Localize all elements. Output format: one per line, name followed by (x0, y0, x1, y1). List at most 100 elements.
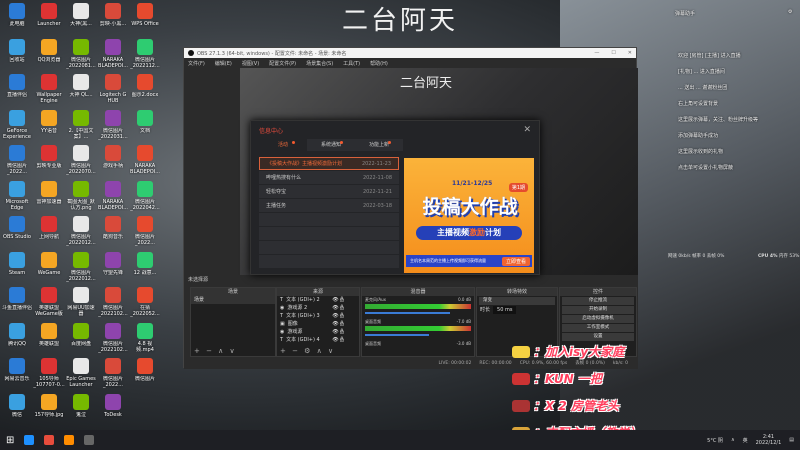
desktop-icon[interactable]: Wallpaper Engine (33, 74, 65, 104)
source-item[interactable]: ◉ 游戏源 2 👁︎🔒︎ (277, 304, 359, 312)
visibility-eye-icon[interactable]: 👁︎🔒︎ (332, 328, 345, 336)
volume-slider[interactable] (365, 334, 429, 336)
desktop-icon[interactable]: 游戏手柄 (97, 145, 129, 169)
control-button[interactable]: 设置 (562, 333, 634, 341)
ime-indicator[interactable]: 英 (743, 437, 748, 444)
source-item[interactable]: ◉ 游戏源 👁︎🔒︎ (277, 328, 359, 336)
source-item[interactable]: T 文本 (GDI+) 3 👁︎🔒︎ (277, 312, 359, 320)
taskbar-app-icon[interactable] (64, 435, 75, 445)
desktop-icon[interactable]: 微信图片_2022... (97, 358, 129, 388)
desktop-icon[interactable]: GeForce Experience (1, 109, 33, 140)
dialog-tab[interactable]: 系统通知 (307, 139, 355, 151)
desktop-icon[interactable]: Logitech G HUB (97, 74, 129, 104)
desktop-icon[interactable]: 上网导航 (33, 216, 65, 240)
menu-item[interactable]: 视图(V) (242, 60, 259, 67)
control-button[interactable]: 开始录制 (562, 306, 634, 314)
desktop-icon[interactable]: 鬼泣 (65, 393, 97, 418)
visibility-eye-icon[interactable]: 👁︎🔒︎ (332, 320, 345, 328)
taskbar-app-icon[interactable] (44, 435, 55, 445)
desktop-icon[interactable]: 截图大图_默认方.png (65, 180, 97, 211)
desktop-icon[interactable]: 网易云音乐 (1, 358, 33, 382)
control-button[interactable]: 工作室模式 (562, 324, 634, 332)
desktop-icon[interactable]: 微信图片_2022081... (65, 38, 97, 69)
visibility-eye-icon[interactable]: 👁︎🔒︎ (332, 336, 345, 344)
desktop-icon[interactable]: 105导师_107707-0... (33, 358, 65, 388)
desktop-icon[interactable]: YY语音 (33, 109, 65, 134)
desktop-icon[interactable]: NARAKA BLADEPOI... (97, 180, 129, 211)
news-item[interactable]: 轻松夺宝 2022-11-21 (259, 185, 399, 198)
news-item[interactable]: 主播任务 2022-03-18 (259, 199, 399, 212)
menu-item[interactable]: 帮助(H) (370, 60, 388, 67)
desktop-icon[interactable]: Microsoft Edge (1, 180, 33, 211)
desktop-icon[interactable]: 雷神加速器 (33, 180, 65, 205)
settings-icon[interactable]: ⚙ (788, 9, 792, 15)
scene-toolbar[interactable]: + − ∧ ∨ (194, 347, 237, 355)
menu-item[interactable]: 场景集合(S) (306, 60, 333, 67)
menu-item[interactable]: 编辑(E) (215, 60, 232, 67)
menu-item[interactable]: 配置文件(P) (269, 60, 296, 67)
desktop-icon[interactable]: WPS Office (129, 3, 161, 27)
news-item[interactable]: 哔哩热搜有什么 2022-11-08 (259, 171, 399, 184)
menu-item[interactable]: 文件(F) (188, 60, 205, 67)
taskbar-app-icon[interactable] (24, 435, 35, 445)
desktop-icon[interactable]: 英雄联盟WeGame版 (33, 287, 65, 317)
desktop-icon[interactable]: 微信图片_2022012... (65, 216, 97, 246)
desktop-icon[interactable]: Epic Games Launcher (65, 358, 97, 388)
desktop-icon[interactable]: 微信 (1, 393, 33, 418)
desktop-icon[interactable]: Launcher (33, 3, 65, 27)
desktop-icon[interactable]: 腾讯QQ (1, 322, 33, 347)
notification-icon[interactable]: ▤ (789, 437, 794, 443)
desktop-icon[interactable]: 文档 (129, 109, 161, 134)
desktop-icon[interactable]: 微信图片_2022031... (97, 109, 129, 140)
desktop-icon[interactable]: 157导师.jpg (33, 393, 65, 418)
desktop-icon[interactable]: 斗鱼直播伴侣 (1, 287, 33, 311)
control-button[interactable]: 启动虚拟摄像机 (562, 315, 634, 323)
desktop-icon[interactable]: 剪映·小黑... (97, 3, 129, 27)
taskbar-app-icon[interactable] (84, 435, 95, 445)
desktop-icon[interactable]: 微信图片_2022102... (97, 287, 129, 317)
desktop-icon[interactable]: 微信图片_2022... (129, 216, 161, 246)
desktop-icon[interactable]: 大神(黑... (65, 3, 97, 27)
windows-start-icon[interactable]: ⊞ (6, 435, 14, 446)
desktop-icon[interactable]: 守望先锋 (97, 251, 129, 276)
dialog-tab[interactable]: 活动 (259, 139, 307, 151)
source-toolbar[interactable]: + − ⚙ ∧ ∨ (280, 347, 335, 355)
desktop-icon[interactable]: 在猜_2022052... (129, 287, 161, 317)
desktop-icon[interactable]: 12 战意... (129, 251, 161, 276)
desktop-icon[interactable]: ToDesk (97, 393, 129, 418)
desktop-icon[interactable]: 大神 QL... (65, 74, 97, 98)
desktop-icon[interactable]: 4.8 视频.mp4 (129, 322, 161, 353)
desktop-icon[interactable]: 微信图片_2022... (1, 145, 33, 175)
transition-select[interactable]: 渐变 (479, 297, 555, 305)
desktop-icon[interactable]: 直播伴侣 (1, 74, 33, 98)
desktop-icon[interactable]: Steam (1, 251, 33, 276)
desktop-icon[interactable]: 此电脑 (1, 3, 33, 27)
desktop-icon[interactable]: 微信图片_2022102... (97, 322, 129, 353)
clock[interactable]: 2:41 2022/12/1 (756, 434, 782, 446)
desktop-icon[interactable]: 2.【中国文案】... (65, 109, 97, 140)
volume-slider[interactable] (365, 312, 450, 314)
visibility-eye-icon[interactable]: 👁︎🔒︎ (332, 312, 345, 320)
menu-item[interactable]: 工具(T) (343, 60, 360, 67)
desktop-icon[interactable]: QQ浏览器 (33, 38, 65, 63)
visibility-eye-icon[interactable]: 👁︎🔒︎ (332, 304, 345, 312)
promo-banner[interactable]: 11/21-12/25 第1期 投稿大作战 主播视频激励计划 主机名本周范的主播… (404, 158, 534, 273)
desktop-icon[interactable]: 英雄联盟 (33, 322, 65, 347)
dialog-close-icon[interactable]: ✕ (523, 125, 531, 135)
desktop-icon[interactable]: 剪映专业版 (33, 145, 65, 169)
source-item[interactable]: ▣ 图像 👁︎🔒︎ (277, 320, 359, 328)
close-button[interactable]: ✕ (628, 50, 632, 56)
dialog-tab[interactable]: 功能上新 (355, 139, 403, 151)
source-item[interactable]: T 文本 (GDI+) 4 👁︎🔒︎ (277, 336, 359, 344)
desktop-icon[interactable]: 微信图片_2022042... (129, 180, 161, 211)
view-now-button[interactable]: 立即查看 (501, 257, 530, 266)
desktop-icon[interactable]: 图示2.docx (129, 74, 161, 98)
duration-input[interactable]: 50 ms (493, 306, 517, 314)
desktop-icon[interactable]: 微信图片_2022070... (65, 145, 97, 175)
desktop-icon[interactable]: 回收站 (1, 38, 33, 63)
desktop-icon[interactable]: 微信图片_2022112... (129, 38, 161, 69)
scene-item[interactable]: 场景 (191, 296, 275, 304)
news-item[interactable]: 《投稿大作战》主播视频激励计划 2022-11-23 (259, 157, 399, 170)
source-item[interactable]: T 文本 (GDI+) 2 👁︎🔒︎ (277, 296, 359, 304)
weather[interactable]: 5°C 阴 (707, 437, 723, 444)
